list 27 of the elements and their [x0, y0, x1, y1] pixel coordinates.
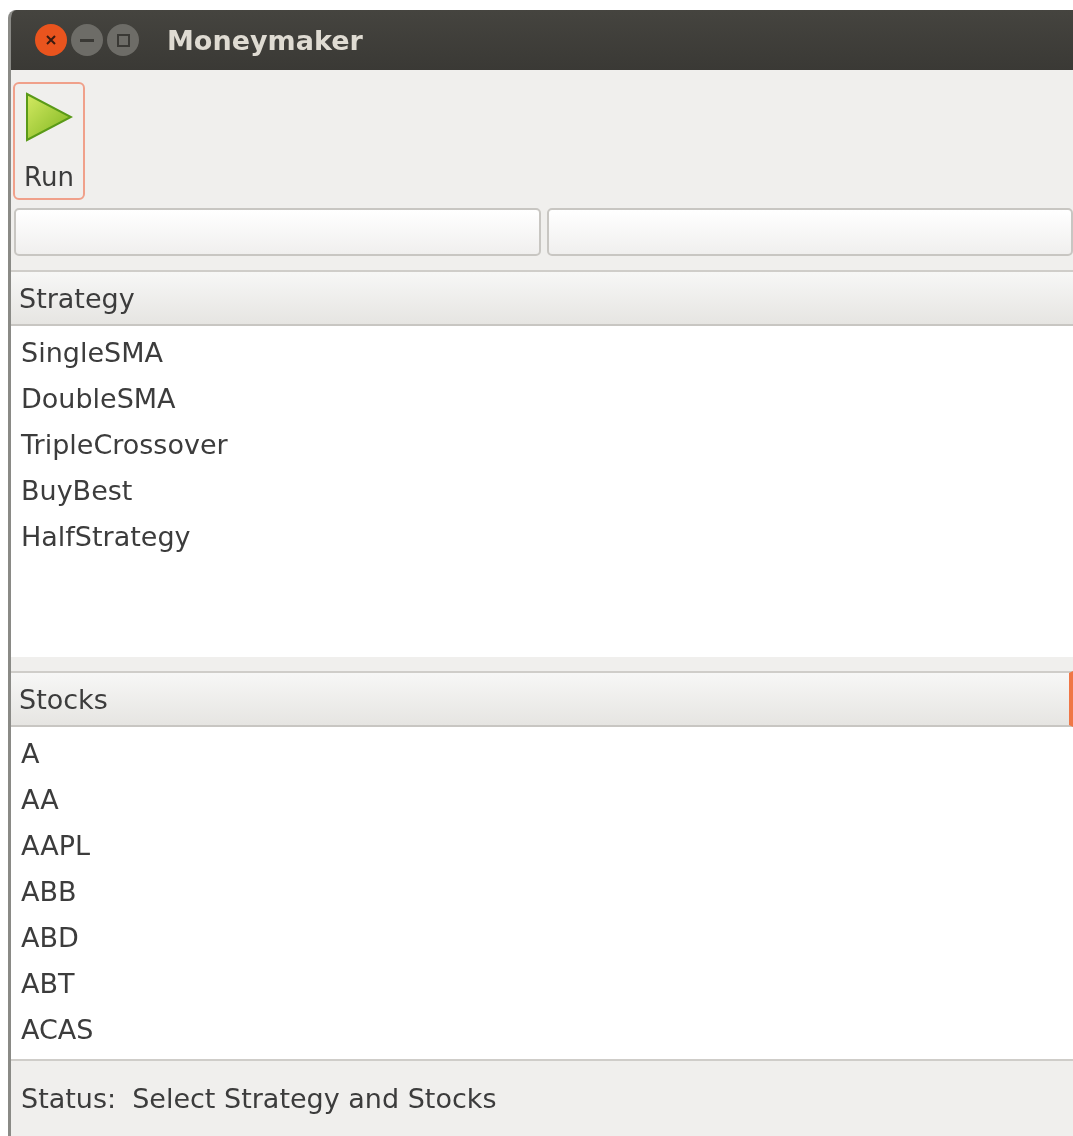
- list-item[interactable]: AA: [21, 776, 1073, 822]
- list-item[interactable]: AAPL: [21, 822, 1073, 868]
- list-item[interactable]: HalfStrategy: [21, 513, 1073, 559]
- list-item[interactable]: ABD: [21, 914, 1073, 960]
- list-item[interactable]: BuyBest: [21, 467, 1073, 513]
- maximize-button[interactable]: [107, 24, 139, 56]
- list-item[interactable]: ABT: [21, 960, 1073, 1006]
- input-field[interactable]: [14, 208, 541, 256]
- window-title: Moneymaker: [167, 24, 363, 56]
- list-item[interactable]: DoubleSMA: [21, 375, 1073, 421]
- minimize-icon: [80, 38, 94, 42]
- input-field[interactable]: [546, 208, 1073, 256]
- status-label: Status:: [21, 1083, 117, 1114]
- minimize-button[interactable]: [71, 24, 103, 56]
- list-item[interactable]: SingleSMA: [21, 329, 1073, 375]
- maximize-icon: [116, 33, 130, 47]
- list-item[interactable]: TripleCrossover: [21, 421, 1073, 467]
- close-button[interactable]: [35, 24, 67, 56]
- list-item[interactable]: ACAS: [21, 1006, 1073, 1052]
- list-item[interactable]: A: [21, 730, 1073, 776]
- status-text: Select Strategy and Stocks: [132, 1083, 497, 1114]
- run-button[interactable]: Run: [13, 82, 85, 200]
- close-icon: [45, 34, 57, 46]
- play-icon: [25, 92, 73, 142]
- column-header[interactable]: Strategy: [11, 270, 1073, 326]
- column-header[interactable]: Stocks: [11, 671, 1073, 727]
- list-item[interactable]: ABB: [21, 868, 1073, 914]
